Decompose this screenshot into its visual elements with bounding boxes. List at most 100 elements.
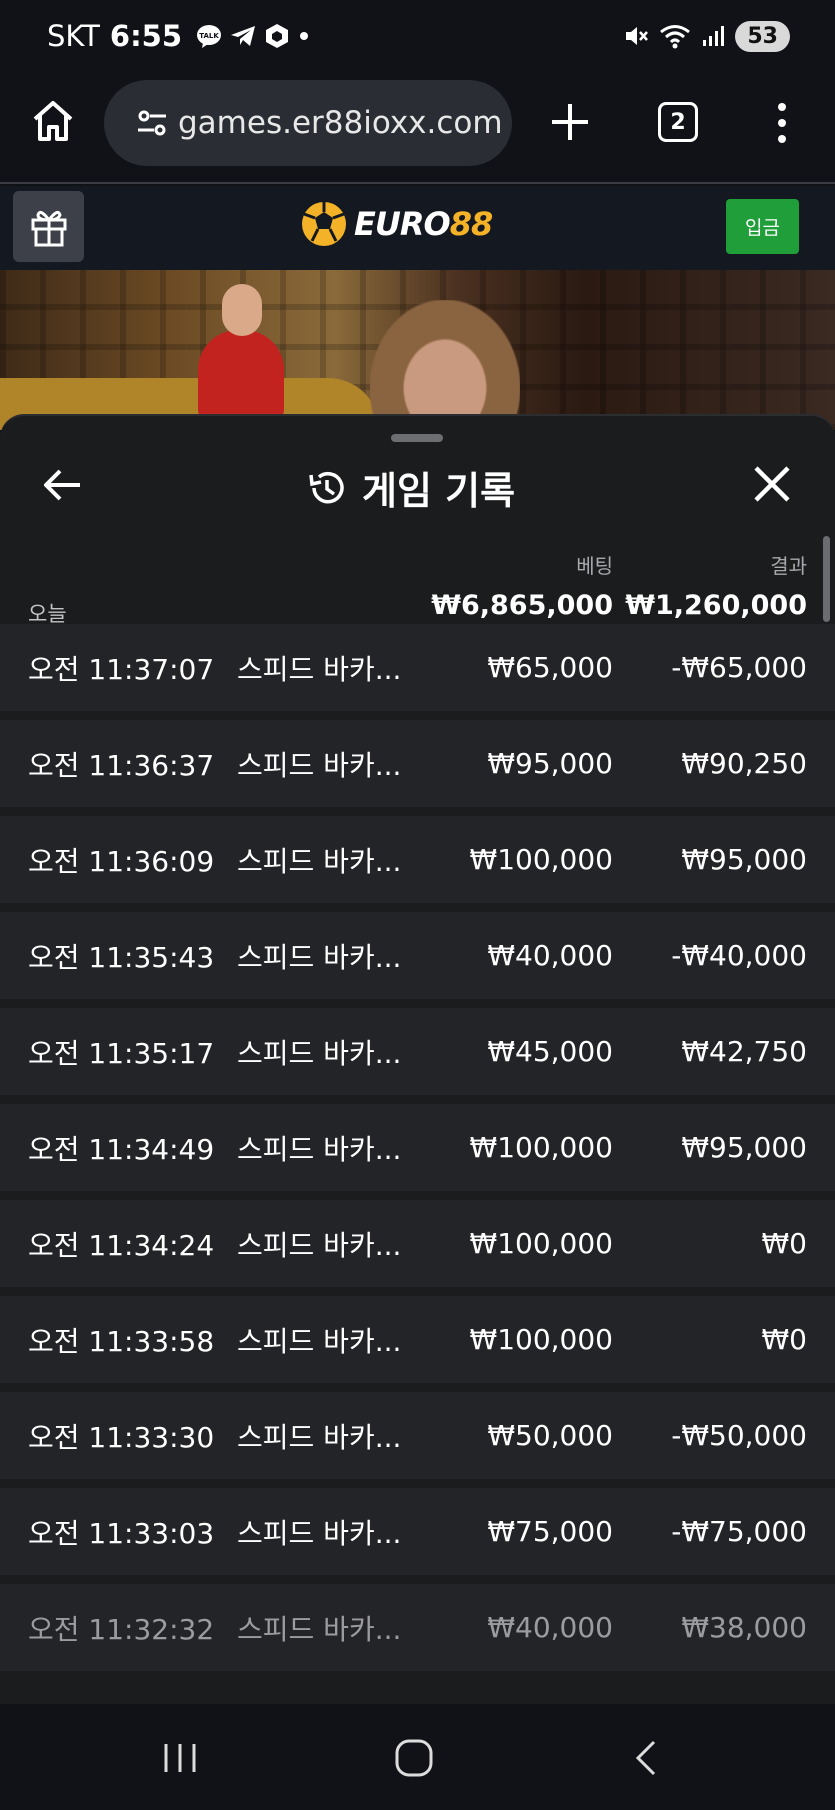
total-bet: ₩6,865,000 [431,590,613,621]
row-result: ₩0 [761,1227,808,1260]
row-result: -₩65,000 [671,651,807,684]
back-nav-icon[interactable] [634,1740,658,1776]
browser-toolbar: games.er88ioxx.com 2 [0,72,835,184]
telegram-icon [231,26,256,46]
row-result: -₩40,000 [671,939,807,972]
total-result: ₩1,260,000 [625,590,807,621]
history-summary: 베팅 결과 오늘 ₩6,865,000 ₩1,260,000 [0,536,835,628]
row-result: ₩95,000 [681,843,807,876]
row-time: 오전 11:35:17 [28,1036,215,1070]
row-time: 오전 11:35:43 [28,940,215,974]
row-game: 스피드 바카... [237,1132,402,1166]
row-result: ₩95,000 [681,1131,807,1164]
new-tab-icon[interactable] [548,100,592,144]
row-time: 오전 11:33:03 [28,1516,215,1550]
row-result: ₩90,250 [681,747,807,780]
battery-icon: 53 [735,20,790,52]
live-video-preview[interactable] [0,270,835,430]
history-row[interactable]: 오전 11:36:09 스피드 바카... ₩100,000 ₩95,000 [0,816,835,903]
row-bet: ₩95,000 [487,747,613,780]
soccer-ball-icon [302,202,346,246]
history-row[interactable]: 오전 11:35:43 스피드 바카... ₩40,000 -₩40,000 [0,912,835,999]
row-time: 오전 11:32:32 [28,1612,215,1646]
address-bar[interactable]: games.er88ioxx.com [104,80,512,166]
site-settings-icon[interactable] [134,105,170,141]
row-bet: ₩40,000 [487,939,613,972]
history-row[interactable]: 오전 11:36:37 스피드 바카... ₩95,000 ₩90,250 [0,720,835,807]
panel-title-text: 게임 기록 [362,469,516,513]
row-bet: ₩65,000 [487,651,613,684]
close-icon[interactable] [752,464,792,504]
history-list: 오전 11:37:07 스피드 바카... ₩65,000 -₩65,000 오전 1… [0,624,835,1680]
site-header: EURO88 입금 [0,186,835,270]
signal-icon [703,26,725,46]
gift-button[interactable] [13,191,84,262]
notification-icons: TALK [196,23,310,49]
deposit-button[interactable]: 입금 [726,199,799,254]
row-game: 스피드 바카... [237,940,402,974]
row-bet: ₩50,000 [487,1419,613,1452]
row-time: 오전 11:34:49 [28,1132,215,1166]
row-time: 오전 11:37:07 [28,652,215,686]
url-text[interactable]: games.er88ioxx.com [178,105,503,141]
bet-column-header: 베팅 [576,554,613,578]
drag-handle[interactable] [391,434,443,442]
talk-icon: TALK [197,25,222,48]
status-bar: SKT 6:55 TALK 53 [0,0,835,72]
video-dealer-right [370,300,520,430]
more-menu-icon[interactable] [772,100,792,146]
svg-text:TALK: TALK [199,32,219,40]
wifi-icon [660,25,691,49]
mute-icon [626,27,649,45]
row-time: 오전 11:36:37 [28,748,215,782]
video-dealer-left [198,330,284,420]
row-game: 스피드 바카... [237,1420,402,1454]
row-result: -₩75,000 [671,1515,807,1548]
row-game: 스피드 바카... [237,1612,402,1646]
game-history-panel: 게임 기록 베팅 결과 오늘 ₩6,865,000 ₩1,260,000 오전 … [0,414,835,1704]
tab-switcher-button[interactable]: 2 [658,102,698,142]
dot-icon [300,32,309,40]
carrier-label: SKT [47,19,100,53]
row-game: 스피드 바카... [237,1324,402,1358]
row-bet: ₩100,000 [469,843,613,876]
result-column-header: 결과 [770,554,807,578]
logo-text-88: 88 [449,205,494,243]
history-row[interactable]: 오전 11:34:24 스피드 바카... ₩100,000 ₩0 [0,1200,835,1287]
row-game: 스피드 바카... [237,844,402,878]
panel-title: 게임 기록 [306,460,515,515]
logo-text-euro: EURO [354,205,451,243]
history-row[interactable]: 오전 11:33:30 스피드 바카... ₩50,000 -₩50,000 [0,1392,835,1479]
row-bet: ₩100,000 [469,1131,613,1164]
row-bet: ₩45,000 [487,1035,613,1068]
history-row[interactable]: 오전 11:32:32 스피드 바카... ₩40,000 ₩38,000 [0,1584,835,1671]
history-row[interactable]: 오전 11:33:03 스피드 바카... ₩75,000 -₩75,000 [0,1488,835,1575]
history-row[interactable]: 오전 11:34:49 스피드 바카... ₩100,000 ₩95,000 [0,1104,835,1191]
recent-apps-icon[interactable] [162,1742,198,1774]
row-bet: ₩100,000 [469,1323,613,1356]
row-bet: ₩40,000 [487,1611,613,1644]
history-icon [309,471,344,503]
clock: 6:55 [109,19,183,53]
system-icons: 53 [623,20,790,52]
row-time: 오전 11:33:58 [28,1324,215,1358]
row-result: ₩38,000 [681,1611,807,1644]
system-nav-bar [0,1704,835,1810]
row-game: 스피드 바카... [237,1036,402,1070]
row-time: 오전 11:34:24 [28,1228,215,1262]
back-arrow-icon[interactable] [42,464,84,506]
scrollbar[interactable] [823,536,830,622]
history-row[interactable]: 오전 11:33:58 스피드 바카... ₩100,000 ₩0 [0,1296,835,1383]
history-row[interactable]: 오전 11:35:17 스피드 바카... ₩45,000 ₩42,750 [0,1008,835,1095]
euro88-logo[interactable]: EURO88 [300,198,494,250]
home-icon[interactable] [30,98,76,144]
history-row[interactable]: 오전 11:37:07 스피드 바카... ₩65,000 -₩65,000 [0,624,835,711]
row-bet: ₩100,000 [469,1227,613,1260]
row-game: 스피드 바카... [237,1228,402,1262]
row-game: 스피드 바카... [237,652,402,686]
row-result: ₩42,750 [681,1035,807,1068]
row-game: 스피드 바카... [237,748,402,782]
row-bet: ₩75,000 [487,1515,613,1548]
video-dealer-left-head [222,284,262,336]
home-nav-icon[interactable] [394,1738,434,1778]
